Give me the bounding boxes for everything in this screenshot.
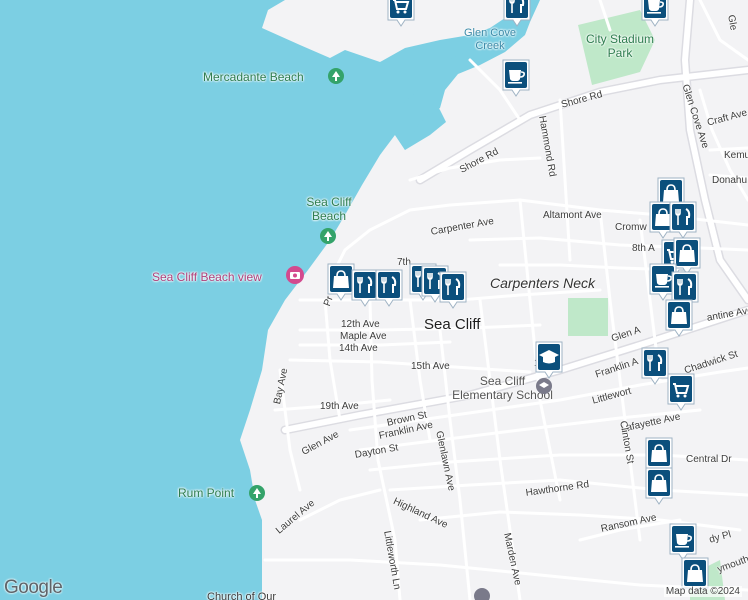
poi-pin-restaurant-7[interactable] (668, 200, 698, 240)
graduation-cap-icon (536, 378, 552, 394)
street-central-dr: Central Dr (686, 454, 732, 465)
street-altamont-ave: Altamont Ave (543, 210, 602, 221)
cart-icon (667, 373, 695, 411)
street-cromwell: Cromw (615, 222, 647, 233)
poi-pin-grocery-1[interactable] (386, 0, 416, 28)
cart-icon (387, 0, 415, 27)
place-church: Church of Our (207, 591, 277, 600)
street-8th-ave: 8th A (632, 243, 655, 254)
fork-knife-icon (503, 0, 531, 27)
place-city-stadium-park: City Stadium Park (585, 32, 655, 60)
church-marker (474, 588, 490, 600)
poi-pin-shop-5[interactable] (664, 298, 694, 338)
poi-pin-shop-7[interactable] (644, 466, 674, 506)
place-mercadante-beach: Mercadante Beach (203, 70, 304, 84)
map-attribution[interactable]: Map data ©2024 (663, 586, 742, 597)
street-donahue: Donahu (712, 175, 748, 186)
poi-pin-restaurant-6[interactable] (438, 270, 468, 310)
map-canvas[interactable]: Mercadante Beach Sea Cliff Beach Sea Clif… (0, 0, 748, 600)
poi-pin-school-1[interactable] (534, 340, 564, 380)
place-rum-point: Rum Point (178, 486, 235, 500)
fork-knife-icon (375, 269, 403, 307)
bag-icon (645, 467, 673, 505)
camera-icon (286, 266, 304, 284)
park-marker-mercadante (328, 68, 344, 89)
street-kemu: Kemu (724, 150, 748, 161)
bag-icon (665, 299, 693, 337)
park-marker-rum-point (249, 485, 265, 506)
tree-icon (320, 228, 336, 244)
tree-icon (249, 485, 265, 501)
park-marker-sea-cliff-beach (320, 228, 336, 249)
tree-icon (328, 68, 344, 84)
poi-pin-cafe-2[interactable] (501, 58, 531, 98)
cup-icon (641, 0, 669, 27)
street-15th-ave: 15th Ave (411, 361, 450, 372)
camera-marker (286, 266, 304, 289)
poi-pin-restaurant-3[interactable] (374, 268, 404, 308)
poi-pin-cafe-1[interactable] (640, 0, 670, 28)
street-maple-ave: Maple Ave (340, 331, 387, 342)
school-marker (536, 378, 552, 399)
street-12th-ave: 12th Ave (341, 319, 380, 330)
poi-pin-restaurant-1[interactable] (502, 0, 532, 28)
place-sea-cliff-beach: Sea Cliff Beach (306, 195, 352, 223)
place-glen-cove-creek: Glen Cove Creek (464, 27, 516, 52)
fork-knife-icon (669, 201, 697, 239)
place-sea-cliff-beach-view: Sea Cliff Beach view (152, 270, 262, 284)
neighborhood-label: Sea Cliff (424, 316, 481, 333)
google-logo: Google (4, 577, 63, 598)
district-carpenters-neck: Carpenters Neck (490, 275, 596, 291)
church-icon (474, 588, 490, 600)
street-14th-ave: 14th Ave (339, 343, 378, 354)
poi-pin-grocery-3[interactable] (666, 372, 696, 412)
graduation-cap-icon (535, 341, 563, 379)
cup-icon (502, 59, 530, 97)
fork-knife-icon (439, 271, 467, 309)
street-19th-ave: 19th Ave (320, 401, 359, 412)
park-small (568, 298, 608, 336)
